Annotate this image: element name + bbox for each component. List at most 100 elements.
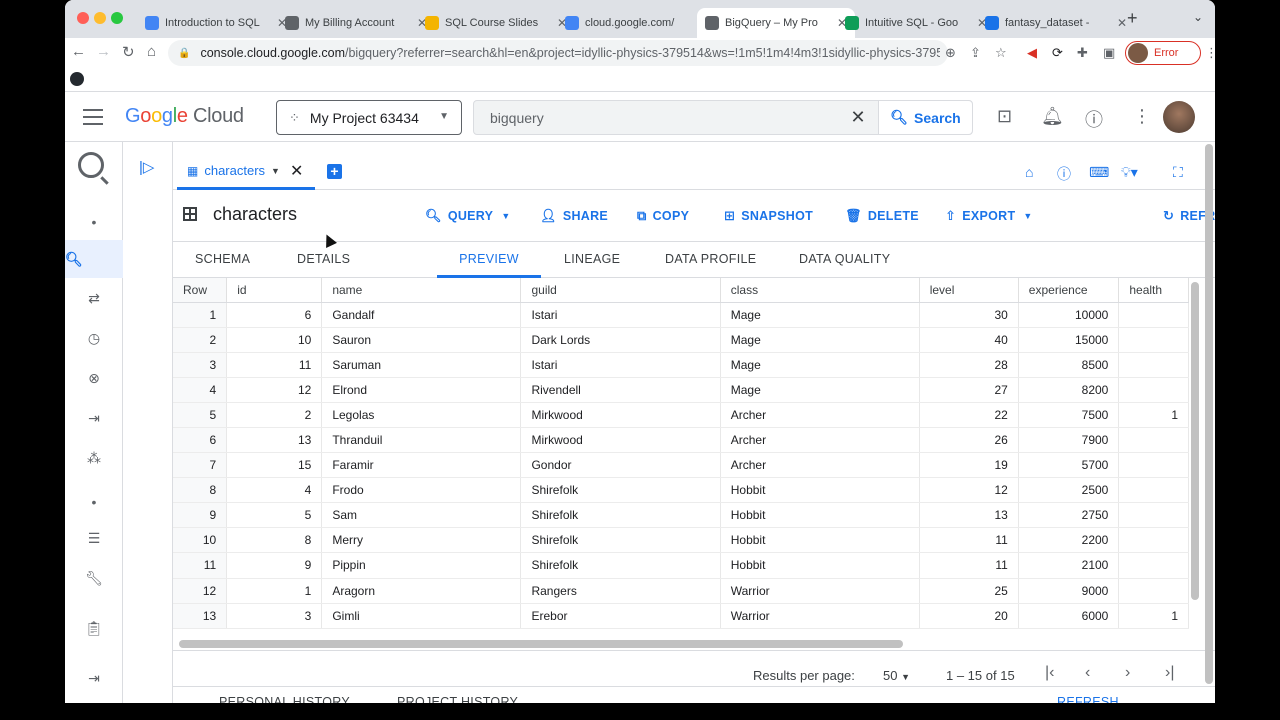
cell-id[interactable]: 9	[226, 552, 323, 579]
cell-level[interactable]: 20	[919, 603, 1019, 629]
nav-transfers-icon[interactable]: ⇄	[65, 290, 123, 307]
close-tab-icon[interactable]: ✕	[290, 161, 303, 181]
cell-row[interactable]: 1	[173, 302, 228, 328]
cell-health[interactable]	[1118, 502, 1189, 529]
profile-error-button[interactable]: Error	[1125, 41, 1201, 65]
grid-horizontal-scrollbar[interactable]	[179, 640, 903, 648]
home-icon[interactable]: ⌂	[147, 43, 156, 60]
keyboard-icon[interactable]: ⌨	[1089, 164, 1109, 181]
cell-experience[interactable]: 10000	[1018, 302, 1120, 328]
cell-row[interactable]: 8	[173, 477, 228, 504]
cell-name[interactable]: Thranduil	[321, 427, 522, 454]
cell-guild[interactable]: Shirefolk	[520, 477, 721, 504]
nav-pipeline-icon[interactable]: ⇥	[65, 410, 123, 427]
new-tab-button[interactable]: +	[1127, 8, 1138, 29]
cell-name[interactable]: Gimli	[321, 603, 522, 629]
column-header-guild[interactable]: guild	[520, 278, 721, 303]
cell-experience[interactable]: 8200	[1018, 377, 1120, 403]
cell-experience[interactable]: 7900	[1018, 427, 1120, 454]
editor-tab-characters[interactable]: ▦ characters ▼ ✕	[177, 154, 315, 190]
cell-id[interactable]: 1	[226, 578, 323, 604]
cell-level[interactable]: 28	[919, 352, 1019, 378]
cell-name[interactable]: Legolas	[321, 402, 522, 428]
help-icon[interactable]: ⓘ	[1085, 106, 1103, 132]
cell-health[interactable]	[1118, 302, 1189, 328]
cell-experience[interactable]: 2100	[1018, 552, 1120, 579]
cell-level[interactable]: 40	[919, 327, 1019, 353]
cell-health[interactable]: 1	[1118, 402, 1189, 428]
tab-schema[interactable]: SCHEMA	[195, 242, 250, 278]
cell-row[interactable]: 9	[173, 502, 228, 529]
column-header-id[interactable]: id	[226, 278, 323, 303]
results-per-page-select[interactable]: 50 ▼	[883, 668, 910, 683]
nav-release-notes-icon[interactable]: 📋︎	[65, 620, 123, 637]
cell-experience[interactable]: 9000	[1018, 578, 1120, 604]
cell-level[interactable]: 26	[919, 427, 1019, 454]
cell-level[interactable]: 27	[919, 377, 1019, 403]
cell-name[interactable]: Frodo	[321, 477, 522, 504]
browser-tab[interactable]: fantasy_dataset - ✕	[977, 8, 1135, 38]
cell-guild[interactable]: Gondor	[520, 452, 721, 479]
cell-experience[interactable]: 6000	[1018, 603, 1120, 629]
cell-class[interactable]: Hobbit	[720, 477, 920, 504]
cell-class[interactable]: Mage	[720, 302, 920, 328]
nav-wrench-icon[interactable]: 🔧︎	[65, 570, 123, 587]
cell-id[interactable]: 13	[226, 427, 323, 454]
tab-search-chevron-icon[interactable]: ⌄	[1193, 10, 1203, 24]
cell-class[interactable]: Warrior	[720, 578, 920, 604]
cell-id[interactable]: 5	[226, 502, 323, 529]
zoom-icon[interactable]: ⊕	[945, 45, 956, 61]
cell-guild[interactable]: Rangers	[520, 578, 721, 604]
google-cloud-logo[interactable]: Google Cloud	[125, 105, 244, 128]
reload-icon[interactable]: ↻	[122, 43, 135, 61]
cell-class[interactable]: Mage	[720, 377, 920, 403]
expand-nav-icon[interactable]: ⇥	[65, 670, 123, 687]
cell-class[interactable]: Archer	[720, 402, 920, 428]
cell-guild[interactable]: Shirefolk	[520, 552, 721, 579]
cell-id[interactable]: 2	[226, 402, 323, 428]
tab-chevron-down-icon[interactable]: ▼	[271, 166, 280, 176]
browser-tab[interactable]: BigQuery – My Pro ✕	[697, 8, 856, 38]
cell-guild[interactable]: Mirkwood	[520, 402, 721, 428]
cell-health[interactable]	[1118, 377, 1189, 403]
prev-page-icon[interactable]: ‹	[1085, 664, 1090, 682]
cell-health[interactable]	[1118, 527, 1189, 554]
search-button[interactable]: 🔍︎ Search	[878, 101, 972, 134]
lightbulb-icon[interactable]: 💡︎▾	[1121, 164, 1138, 181]
hamburger-menu-icon[interactable]	[83, 109, 103, 125]
cell-health[interactable]	[1118, 578, 1189, 604]
cell-class[interactable]: Mage	[720, 352, 920, 378]
tab-lineage[interactable]: LINEAGE	[564, 242, 620, 278]
info-icon[interactable]: ⓘ	[1057, 164, 1071, 184]
page-vertical-scrollbar[interactable]	[1205, 144, 1213, 684]
cell-experience[interactable]: 5700	[1018, 452, 1120, 479]
fullscreen-icon[interactable]: ⛶	[1173, 164, 1183, 181]
browser-tab[interactable]: My Billing Account ✕	[277, 8, 435, 38]
forward-arrow-icon[interactable]: →	[96, 43, 111, 60]
browser-menu-icon[interactable]: ⋮	[1205, 45, 1215, 61]
browser-tab[interactable]: cloud.google.com/✕	[557, 8, 715, 38]
cell-row[interactable]: 6	[173, 427, 228, 454]
cell-row[interactable]: 3	[173, 352, 228, 378]
cell-name[interactable]: Gandalf	[321, 302, 522, 328]
browser-tab[interactable]: Intuitive SQL - Goo ✕	[837, 8, 995, 38]
cell-row[interactable]: 10	[173, 527, 228, 554]
project-history-tab[interactable]: PROJECT HISTORY	[397, 695, 518, 703]
browser-tab[interactable]: Introduction to SQL ✕	[137, 8, 295, 38]
cell-level[interactable]: 11	[919, 552, 1019, 579]
first-page-icon[interactable]: |‹	[1045, 664, 1054, 682]
cell-name[interactable]: Merry	[321, 527, 522, 554]
export-button[interactable]: ⇧ EXPORT ▼	[945, 208, 1033, 224]
cell-health[interactable]	[1118, 427, 1189, 454]
cell-health[interactable]	[1118, 477, 1189, 504]
tab-details[interactable]: DETAILS	[297, 242, 350, 278]
close-window-button[interactable]	[77, 12, 89, 24]
snapshot-button[interactable]: ⊞ SNAPSHOT	[724, 208, 813, 224]
extension-megaphone-icon[interactable]: ◀	[1027, 45, 1037, 61]
bigquery-logo-icon[interactable]	[78, 152, 104, 178]
maximize-window-button[interactable]	[111, 12, 123, 24]
personal-history-tab[interactable]: PERSONAL HISTORY	[219, 695, 350, 703]
cell-id[interactable]: 15	[226, 452, 323, 479]
cell-guild[interactable]: Rivendell	[520, 377, 721, 403]
cell-row[interactable]: 2	[173, 327, 228, 353]
